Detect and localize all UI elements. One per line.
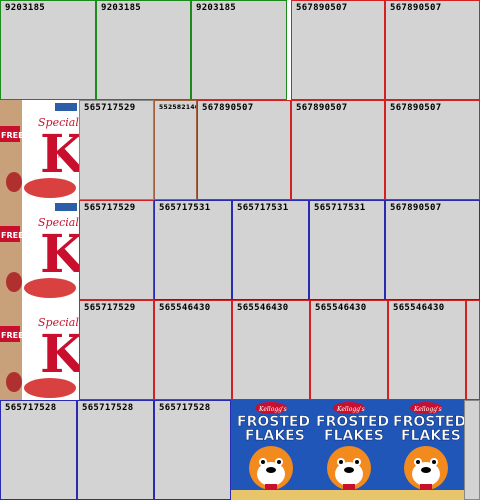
special-k-box[interactable]: Special K FREE Red — [0, 100, 79, 200]
shelf-slot[interactable] — [466, 300, 480, 400]
shelf-slot[interactable]: 565717529 — [79, 300, 154, 400]
shelf-slot[interactable]: 565546430 — [154, 300, 232, 400]
frosted-flakes-box[interactable]: Kellogg's FROSTED FLAKES — [388, 400, 464, 500]
product-code: 565546430 — [393, 303, 445, 313]
shelf-slot[interactable]: 565717528 — [154, 400, 231, 500]
shelf-slot[interactable]: 567890507 — [197, 100, 291, 200]
shelf-slot[interactable]: 565717528 — [0, 400, 77, 500]
product-code: 567890507 — [390, 203, 442, 213]
product-code: 567890507 — [296, 103, 348, 113]
shelf-slot[interactable]: 567890507 — [385, 100, 480, 200]
product-code: 9203185 — [101, 3, 142, 13]
frosted-flakes-box-art: Kellogg's FROSTED FLAKES — [311, 400, 388, 500]
free-badge: FREE — [1, 131, 24, 140]
shelf-slot[interactable]: 9203185 — [96, 0, 191, 100]
special-k-box-art: Special K FREE — [0, 200, 79, 300]
product-code: 552582146 — [159, 104, 197, 111]
product-code: 565717528 — [159, 403, 211, 413]
frosted-flakes-box-art: Kellogg's FROSTED FLAKES — [231, 400, 311, 500]
shelf-slot[interactable]: 565546430 — [232, 300, 310, 400]
special-k-box[interactable]: Special K FREE — [0, 300, 79, 400]
special-k-box-art: Special K FREE — [0, 300, 79, 400]
shelf-slot[interactable]: 567890507 — [385, 0, 480, 100]
title-line2: FLAKES — [324, 428, 384, 444]
product-code: 9203185 — [196, 3, 237, 13]
product-code: 565717531 — [314, 203, 366, 213]
shelf-slot[interactable]: 567890507 — [385, 200, 480, 300]
shelf-slot[interactable] — [464, 400, 480, 500]
shelf-slot[interactable]: 552582146 — [154, 100, 197, 200]
product-code: 567890507 — [390, 103, 442, 113]
product-code: 9203185 — [5, 3, 46, 13]
variety-text: Red — [58, 153, 70, 160]
shelf-slot[interactable]: 565717529 — [79, 200, 154, 300]
shelf-slot[interactable]: 9203185 — [191, 0, 287, 100]
product-code: 567890507 — [390, 3, 442, 13]
frosted-flakes-box[interactable]: Kellogg's FROSTED FLAKES — [311, 400, 388, 500]
k-letter: K — [40, 224, 79, 285]
shelf-slot[interactable]: 565717531 — [309, 200, 385, 300]
special-k-box[interactable]: Special K FREE — [0, 200, 79, 300]
brand-text: Kellogg's — [258, 406, 287, 413]
product-code: 565546430 — [315, 303, 367, 313]
product-code: 565717528 — [82, 403, 134, 413]
shelf-slot[interactable]: 567890507 — [291, 100, 385, 200]
product-code: 565717531 — [159, 203, 211, 213]
product-code: 565717529 — [84, 103, 136, 113]
product-code: 565717529 — [84, 203, 136, 213]
product-code: 565717531 — [237, 203, 289, 213]
product-code: 565717528 — [5, 403, 57, 413]
shelf-slot[interactable]: 565546430 — [388, 300, 466, 400]
product-code: 565546430 — [237, 303, 289, 313]
free-badge: FREE — [1, 231, 24, 240]
title-line2: FLAKES — [245, 428, 305, 444]
title-line2: FLAKES — [401, 428, 461, 444]
frosted-flakes-box-art: Kellogg's FROSTED FLAKES — [388, 400, 464, 500]
shelf-slot[interactable]: 565717529 — [79, 100, 154, 200]
shelf-slot[interactable]: 565717531 — [232, 200, 309, 300]
shelf-slot[interactable]: 567890507 — [291, 0, 385, 100]
product-code: 567890507 — [296, 3, 348, 13]
shelf-slot[interactable]: 565717528 — [77, 400, 154, 500]
free-badge: FREE — [1, 331, 24, 340]
brand-text: Kellogg's — [336, 406, 365, 413]
frosted-flakes-box[interactable]: Kellogg's FROSTED FLAKES — [231, 400, 311, 500]
product-code: 565546430 — [159, 303, 211, 313]
shelf-slot[interactable]: 565717531 — [154, 200, 232, 300]
special-k-box-art: Special K FREE Red — [0, 100, 79, 200]
shelf-slot[interactable]: 565546430 — [310, 300, 388, 400]
k-letter: K — [40, 324, 79, 385]
product-code: 565717529 — [84, 303, 136, 313]
product-code: 567890507 — [202, 103, 254, 113]
brand-text: Kellogg's — [413, 406, 442, 413]
shelf-slot[interactable]: 9203185 — [0, 0, 96, 100]
